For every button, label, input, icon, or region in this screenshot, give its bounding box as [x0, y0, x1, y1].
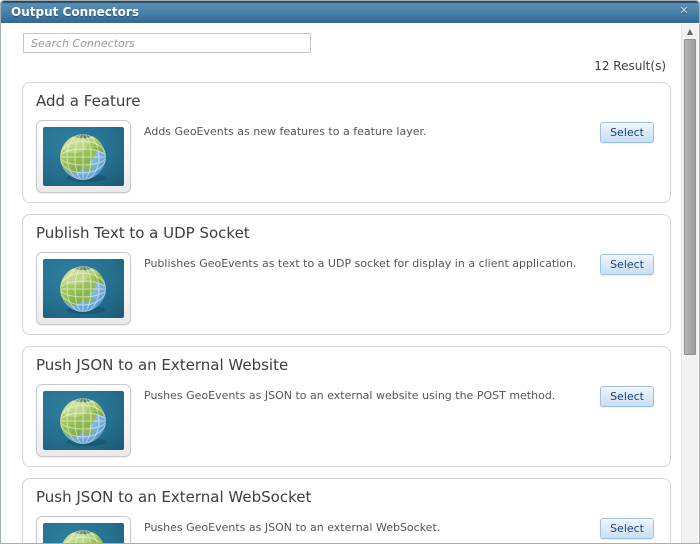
- connector-title: Push JSON to an External WebSocket: [36, 488, 312, 506]
- connector-description: Pushes GeoEvents as JSON to an external …: [144, 521, 441, 534]
- connector-row: Adds GeoEvents as new features to a feat…: [36, 120, 657, 193]
- scroll-up-arrow-icon[interactable]: ▲: [682, 24, 698, 39]
- connector-description: Pushes GeoEvents as JSON to an external …: [144, 389, 556, 402]
- connector-row: Publishes GeoEvents as text to a UDP soc…: [36, 252, 657, 325]
- connector-row: Pushes GeoEvents as JSON to an external …: [36, 384, 657, 457]
- connector-list: Add a Feature Adds GeoEvents as new feat…: [22, 82, 671, 543]
- scrollbar[interactable]: ▲: [681, 24, 698, 543]
- connector-thumbnail: [36, 516, 131, 543]
- dialog-body: 12 Result(s) Add a Feature: [1, 23, 681, 543]
- dialog-title: Output Connectors: [11, 5, 139, 19]
- globe-icon: [43, 259, 124, 318]
- select-button[interactable]: Select: [600, 386, 654, 407]
- connector-description: Adds GeoEvents as new features to a feat…: [144, 125, 427, 138]
- connector-thumbnail: [36, 384, 131, 457]
- connector-card: Add a Feature Adds GeoEvents as new feat…: [22, 82, 671, 203]
- close-icon[interactable]: ✕: [677, 4, 691, 18]
- select-button[interactable]: Select: [600, 254, 654, 275]
- connector-card: Push JSON to an External WebSocket Pushe…: [22, 478, 671, 543]
- output-connectors-dialog: Output Connectors ✕ 12 Result(s) Add a F…: [0, 0, 700, 544]
- connector-row: Pushes GeoEvents as JSON to an external …: [36, 516, 657, 543]
- connector-card: Push JSON to an External Website Pushes …: [22, 346, 671, 467]
- dialog-titlebar[interactable]: Output Connectors ✕: [1, 1, 699, 23]
- result-count: 12 Result(s): [594, 59, 666, 73]
- connector-description: Publishes GeoEvents as text to a UDP soc…: [144, 257, 577, 270]
- globe-icon: [43, 391, 124, 450]
- globe-icon: [43, 523, 124, 543]
- search-input[interactable]: [23, 33, 311, 53]
- connector-title: Publish Text to a UDP Socket: [36, 224, 250, 242]
- connector-card: Publish Text to a UDP Socket Publishes G…: [22, 214, 671, 335]
- connector-title: Add a Feature: [36, 92, 141, 110]
- connector-thumbnail: [36, 120, 131, 193]
- select-button[interactable]: Select: [600, 518, 654, 539]
- globe-icon: [43, 127, 124, 186]
- select-button[interactable]: Select: [600, 122, 654, 143]
- connector-title: Push JSON to an External Website: [36, 356, 289, 374]
- scrollbar-thumb[interactable]: [684, 39, 696, 355]
- connector-thumbnail: [36, 252, 131, 325]
